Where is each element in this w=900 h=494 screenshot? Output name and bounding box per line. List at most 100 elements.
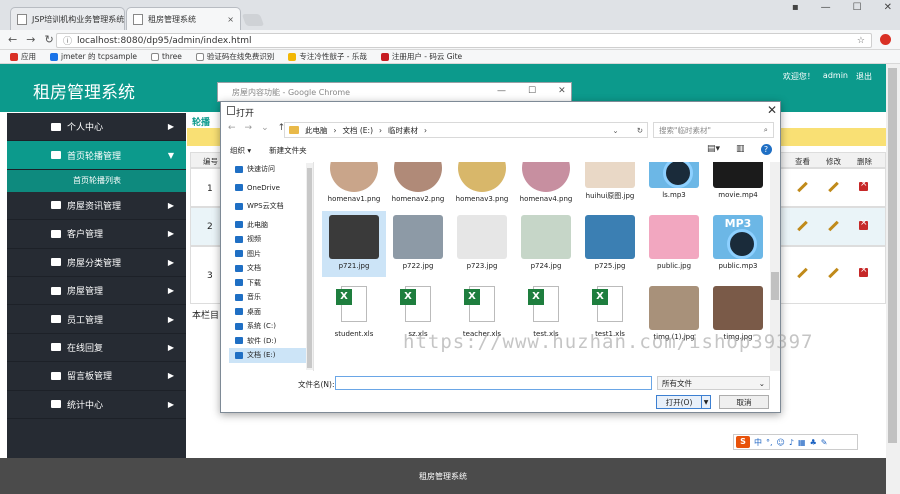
tree-item-documents[interactable]: 文档: [229, 261, 313, 276]
sidebar-item-categories[interactable]: 房屋分类管理 ▶: [7, 249, 186, 277]
sidebar-item-profile[interactable]: 个人中心 ▶: [7, 113, 186, 142]
file-item[interactable]: p724.jpg: [514, 211, 578, 277]
ime-tools-icon[interactable]: ✎: [821, 438, 828, 447]
file-item[interactable]: huihui原图.jpg: [578, 162, 642, 206]
path-segment[interactable]: 文档 (E:): [343, 125, 374, 136]
edit-icon[interactable]: [797, 268, 807, 278]
sidebar-item-news[interactable]: 房屋资讯管理 ▶: [7, 192, 186, 221]
refresh-icon[interactable]: ↻: [637, 126, 643, 135]
star-icon[interactable]: ☆: [857, 36, 865, 46]
bookmark-blog[interactable]: 专注冷性獃子 - 乐哉: [288, 51, 367, 62]
tree-item-videos[interactable]: 视频: [229, 232, 313, 247]
edit-icon[interactable]: [828, 182, 838, 192]
file-item[interactable]: p723.jpg: [450, 211, 514, 277]
edit-icon[interactable]: [828, 268, 838, 278]
file-item[interactable]: homenav3.png: [450, 162, 514, 206]
open-button[interactable]: 打开(O): [656, 395, 702, 409]
file-item[interactable]: homenav1.png: [322, 162, 386, 206]
tree-item-music[interactable]: 音乐: [229, 290, 313, 305]
file-item[interactable]: student.xls: [322, 282, 386, 348]
cancel-button[interactable]: 取消: [719, 395, 769, 409]
reload-icon[interactable]: ↻: [44, 33, 53, 46]
tree-item-desktop[interactable]: 桌面: [229, 305, 313, 320]
tree-item-downloads[interactable]: 下载: [229, 276, 313, 291]
ime-toolbar[interactable]: S 中 °, ☺ ♪ ▦ ♣ ✎: [733, 434, 858, 450]
open-options-icon[interactable]: ▼: [701, 395, 711, 409]
tree-item-drive-c[interactable]: 系统 (C:): [229, 319, 313, 334]
ime-punct-icon[interactable]: °,: [766, 438, 773, 447]
file-item[interactable]: p725.jpg: [578, 211, 642, 277]
tree-item-drive-e[interactable]: 文档 (E:): [229, 348, 313, 363]
delete-icon[interactable]: [859, 265, 868, 277]
logout-link[interactable]: 退出: [856, 71, 872, 82]
file-item[interactable]: MP3 ls.mp3: [642, 162, 706, 206]
bookmark-gitee[interactable]: 注册用户 - 码云 Gite: [380, 51, 462, 62]
sidebar-item-customers[interactable]: 客户管理 ▶: [7, 220, 186, 249]
dialog-path-bar[interactable]: 此电脑 › 文档 (E:) › 临时素材 › ⌄ ↻: [284, 122, 648, 138]
username[interactable]: admin: [823, 71, 848, 82]
back-icon[interactable]: ←: [228, 123, 236, 133]
view-options-icon[interactable]: ▤▾: [707, 144, 720, 155]
close-icon[interactable]: ✕: [558, 86, 566, 96]
sidebar-subitem-carousel-list[interactable]: 首页轮播列表: [7, 169, 186, 192]
delete-icon[interactable]: [859, 179, 868, 191]
ime-voice-icon[interactable]: ♪: [789, 438, 794, 447]
back-icon[interactable]: ←: [8, 33, 17, 46]
preview-pane-icon[interactable]: ▥: [736, 144, 745, 155]
tree-item-wps[interactable]: WPS云文档: [229, 199, 313, 214]
ime-keyboard-icon[interactable]: ▦: [798, 438, 806, 447]
delete-icon[interactable]: [859, 218, 868, 230]
ime-skin-icon[interactable]: ♣: [810, 438, 817, 447]
file-item[interactable]: MP3 public.mp3: [706, 211, 769, 277]
extension-icon[interactable]: [880, 34, 891, 45]
tree-scrollbar-thumb[interactable]: [307, 168, 312, 368]
bookmark-jmeter[interactable]: jmeter 的 tcpsample: [50, 51, 137, 62]
chevron-down-icon[interactable]: ⌄: [612, 126, 618, 135]
tab-carousel[interactable]: 轮播: [192, 115, 210, 128]
maximize-icon[interactable]: ☐: [853, 2, 862, 13]
profile-icon[interactable]: ▪: [792, 2, 799, 13]
bookmark-apps[interactable]: 应用: [10, 51, 36, 62]
ime-emoji-icon[interactable]: ☺: [777, 438, 785, 447]
chevron-down-icon[interactable]: ⌄: [261, 123, 269, 133]
tree-item-pictures[interactable]: 图片: [229, 247, 313, 262]
file-item[interactable]: p722.jpg: [386, 211, 450, 277]
sidebar-item-carousel[interactable]: 首页轮播管理 ▼: [7, 141, 186, 170]
file-item[interactable]: homenav2.png: [386, 162, 450, 206]
sidebar-item-staff[interactable]: 员工管理 ▶: [7, 305, 186, 334]
file-scrollbar-thumb[interactable]: [771, 272, 779, 300]
forward-icon[interactable]: →: [245, 123, 253, 133]
browser-tab-2[interactable]: 租房管理系统 ×: [126, 7, 241, 30]
organize-button[interactable]: 组织 ▾: [230, 145, 251, 156]
sidebar-item-stats[interactable]: 统计中心 ▶: [7, 391, 186, 419]
minimize-icon[interactable]: —: [821, 2, 831, 13]
close-window-icon[interactable]: ✕: [884, 2, 892, 13]
edit-icon[interactable]: [828, 221, 838, 231]
close-icon[interactable]: ×: [221, 15, 234, 24]
path-segment[interactable]: 此电脑: [305, 125, 328, 136]
maximize-icon[interactable]: ☐: [528, 86, 536, 96]
browser-tab-1[interactable]: JSP培训机构业务管理系统 ×: [10, 7, 125, 30]
info-icon[interactable]: ⓘ: [63, 34, 72, 47]
file-item[interactable]: movie.mp4: [706, 162, 769, 206]
address-bar[interactable]: ⓘ localhost:8080/dp95/admin/index.html ☆: [56, 33, 872, 48]
dialog-close-icon[interactable]: ✕: [767, 103, 777, 117]
sidebar-item-houses[interactable]: 房屋管理 ▶: [7, 277, 186, 306]
tree-item-onedrive[interactable]: OneDrive: [229, 181, 313, 196]
file-item[interactable]: homenav4.png: [514, 162, 578, 206]
filetype-select[interactable]: 所有文件 ⌄: [657, 376, 770, 390]
sidebar-item-messages[interactable]: 留言板管理 ▶: [7, 362, 186, 391]
minimize-icon[interactable]: —: [497, 86, 506, 96]
bookmark-three[interactable]: three: [151, 52, 182, 61]
file-item[interactable]: public.jpg: [642, 211, 706, 277]
tree-item-drive-d[interactable]: 软件 (D:): [229, 334, 313, 349]
new-folder-button[interactable]: 新建文件夹: [269, 145, 307, 156]
edit-icon[interactable]: [797, 182, 807, 192]
help-icon[interactable]: ?: [760, 144, 772, 155]
forward-icon[interactable]: →: [26, 33, 35, 46]
file-item[interactable]: p721.jpg: [322, 211, 386, 277]
tree-item-this-pc[interactable]: 此电脑: [229, 218, 313, 233]
ime-chinese-icon[interactable]: 中: [754, 437, 762, 448]
filename-input[interactable]: [335, 376, 652, 390]
sidebar-item-replies[interactable]: 在线回复 ▶: [7, 334, 186, 363]
